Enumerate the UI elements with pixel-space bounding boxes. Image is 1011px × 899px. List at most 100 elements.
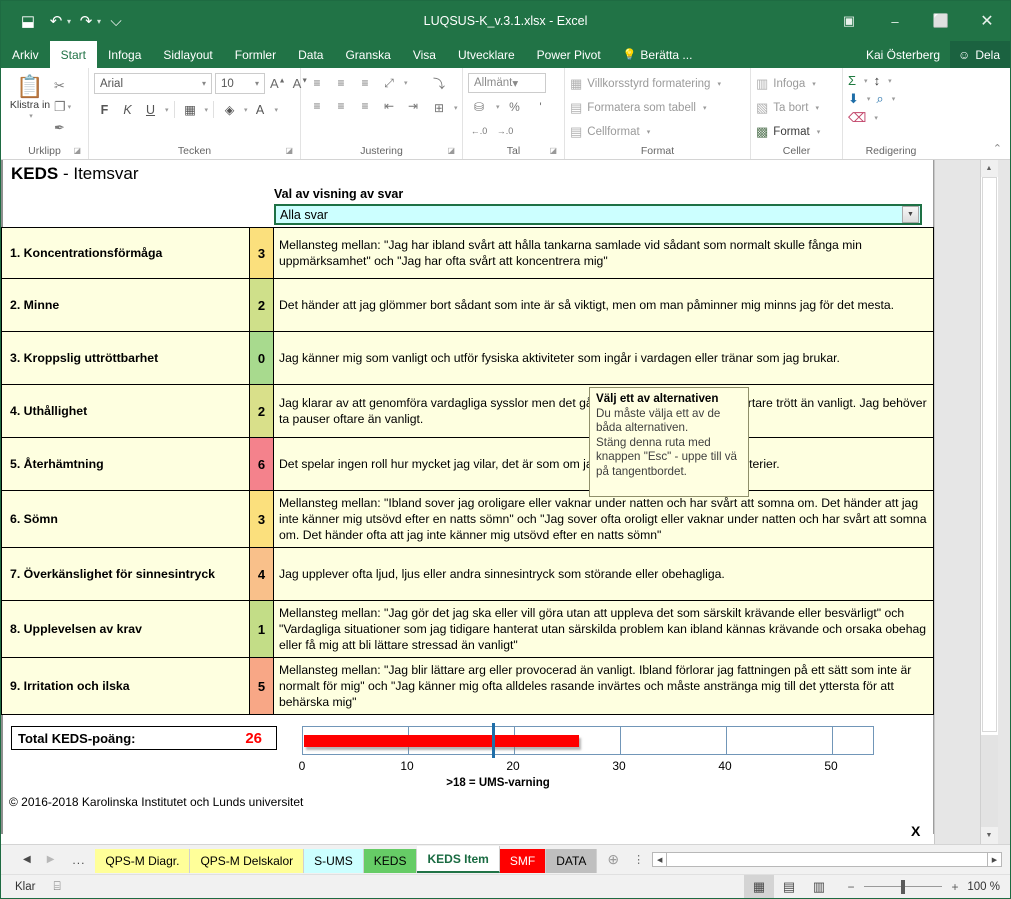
chevron-down-icon[interactable]: ▼ [902, 206, 919, 223]
format-as-table-button[interactable]: ▤ Formatera som tabell ▾ [570, 97, 706, 119]
orientation-dropdown-icon[interactable]: ▾ [404, 79, 408, 87]
tab-utvecklare[interactable]: Utvecklare [447, 41, 526, 68]
sheet-tab-smf[interactable]: SMF [499, 849, 547, 873]
copy-dropdown-icon[interactable]: ▾ [68, 103, 72, 111]
vertical-scroll-track[interactable] [980, 177, 998, 827]
clear-icon[interactable]: ⌫ [848, 110, 866, 126]
decrease-decimal-icon[interactable]: →.0 [494, 121, 516, 141]
page-layout-view-icon[interactable]: ▤ [774, 875, 804, 898]
scroll-left-icon[interactable]: ◀ [653, 853, 668, 866]
number-format-chevron-down-icon[interactable]: ▾ [512, 76, 518, 90]
sort-filter-dropdown-icon[interactable]: ▾ [888, 77, 892, 85]
close-icon[interactable]: ✕ [964, 1, 1010, 41]
copy-icon[interactable]: ❐ ▾ [54, 97, 71, 117]
borders-dropdown-icon[interactable]: ▾ [205, 106, 209, 114]
align-center-icon[interactable]: ≡ [330, 96, 352, 116]
previous-sheet-icon[interactable]: ◀ [23, 854, 31, 865]
next-sheet-icon[interactable]: ▶ [47, 854, 55, 865]
scroll-down-icon[interactable]: ▼ [980, 827, 998, 844]
add-sheet-icon[interactable]: ⊕ [597, 851, 629, 868]
comma-format-icon[interactable]: ' [530, 97, 552, 117]
tab-start[interactable]: Start [49, 41, 98, 68]
more-sheets-icon[interactable]: ... [70, 853, 87, 867]
sheet-tab-keds-item[interactable]: KEDS Item [417, 846, 500, 873]
cell-styles-button[interactable]: ▤ Cellformat ▾ [570, 121, 650, 143]
sheet-tab-keds[interactable]: KEDS [363, 849, 418, 873]
align-bottom-icon[interactable]: ≡ [354, 73, 376, 93]
tab-data[interactable]: Data [287, 41, 334, 68]
fill-dropdown-icon[interactable]: ▾ [867, 95, 871, 103]
customize-qat-icon[interactable]: ⌵ [103, 8, 129, 34]
format-painter-icon[interactable]: ✒ [54, 118, 71, 138]
tab-sidlayout[interactable]: Sidlayout [152, 41, 223, 68]
cell-styles-dropdown-icon[interactable]: ▾ [647, 128, 651, 136]
increase-decimal-icon[interactable]: ←.0 [468, 121, 490, 141]
worksheet-canvas[interactable]: KEDS - Itemsvar Val av visning av svar A… [1, 160, 980, 844]
paste-dropdown-icon[interactable]: ▾ [29, 111, 33, 123]
fill-color-icon[interactable]: ◈ [219, 99, 240, 120]
tab-visa[interactable]: Visa [402, 41, 447, 68]
redo-icon[interactable]: ↷ [73, 8, 99, 34]
display-select-dropdown[interactable]: Alla svar ▼ [274, 204, 922, 225]
tell-me-box[interactable]: 💡 Berätta ... [612, 41, 704, 68]
font-color-icon[interactable]: A [250, 99, 271, 120]
sort-filter-icon[interactable]: ↕ [874, 73, 881, 88]
zoom-out-icon[interactable]: − [842, 880, 860, 894]
find-select-icon[interactable]: ⌕ [876, 91, 883, 107]
minimize-icon[interactable]: – [872, 1, 918, 41]
sheet-tab-s-ums[interactable]: S-UMS [304, 849, 364, 873]
sheet-tab-qps-m-diagr[interactable]: QPS-M Diagr. [95, 849, 191, 873]
font-dialog-launcher-icon[interactable]: ◪ [285, 143, 293, 158]
number-dialog-launcher-icon[interactable]: ◪ [549, 143, 557, 158]
autosum-icon[interactable]: Σ [848, 73, 856, 88]
font-name-combo[interactable]: Arial ▾ [94, 73, 212, 94]
scroll-up-icon[interactable]: ▲ [980, 160, 998, 177]
zoom-slider[interactable] [860, 875, 946, 898]
align-right-icon[interactable]: ≡ [354, 96, 376, 116]
currency-format-icon[interactable]: ⛁ [468, 97, 490, 117]
insert-cells-button[interactable]: ▥ Infoga ▾ [756, 73, 816, 95]
font-color-dropdown-icon[interactable]: ▾ [275, 106, 279, 114]
tab-infoga[interactable]: Infoga [97, 41, 152, 68]
format-cells-button[interactable]: ▩ Format ▾ [756, 121, 820, 143]
delete-cells-dropdown-icon[interactable]: ▾ [815, 104, 819, 112]
wrap-text-icon[interactable]: ⤵ [428, 73, 450, 93]
user-account-label[interactable]: Kai Österberg [866, 48, 950, 62]
share-button[interactable]: ☺ Dela [950, 41, 1010, 68]
conditional-formatting-button[interactable]: ▦ Villkorsstyrd formatering ▾ [570, 73, 721, 95]
conditional-formatting-dropdown-icon[interactable]: ▾ [717, 80, 721, 88]
zoom-level-label[interactable]: 100 % [964, 881, 1010, 893]
font-size-combo[interactable]: 10 ▾ [215, 73, 265, 94]
fill-icon[interactable]: ⬇ [848, 91, 859, 107]
orientation-icon[interactable]: ⤢ [378, 73, 400, 93]
zoom-slider-thumb[interactable] [901, 880, 905, 894]
tab-arkiv[interactable]: Arkiv [1, 41, 50, 68]
undo-dropdown-icon[interactable]: ▾ [67, 17, 71, 26]
sheet-tab-qps-m-delskalor[interactable]: QPS-M Delskalor [190, 849, 305, 873]
ribbon-display-options-icon[interactable]: ▣ [826, 1, 872, 41]
insert-cells-dropdown-icon[interactable]: ▾ [812, 80, 816, 88]
undo-icon[interactable]: ↶ [43, 8, 69, 34]
horizontal-scroll-track[interactable] [667, 853, 987, 866]
zoom-in-icon[interactable]: + [946, 880, 964, 894]
tab-formler[interactable]: Formler [224, 41, 287, 68]
sheet-tab-data[interactable]: DATA [546, 849, 598, 873]
sheet-overflow-icon[interactable]: ⋮ [629, 853, 648, 866]
align-middle-icon[interactable]: ≡ [330, 73, 352, 93]
currency-dropdown-icon[interactable]: ▾ [496, 103, 500, 111]
percent-format-icon[interactable]: % [504, 97, 526, 117]
decrease-indent-icon[interactable]: ⇤ [378, 96, 400, 116]
bold-button[interactable]: F [94, 99, 115, 120]
format-as-table-dropdown-icon[interactable]: ▾ [703, 104, 707, 112]
fill-color-dropdown-icon[interactable]: ▾ [244, 106, 248, 114]
underline-button[interactable]: U [140, 99, 161, 120]
scroll-right-icon[interactable]: ▶ [987, 853, 1001, 866]
merge-dropdown-icon[interactable]: ▾ [454, 104, 458, 112]
alignment-dialog-launcher-icon[interactable]: ◪ [447, 143, 455, 158]
align-left-icon[interactable]: ≡ [306, 96, 328, 116]
horizontal-scrollbar[interactable]: ◀ ▶ [652, 852, 1002, 867]
redo-dropdown-icon[interactable]: ▾ [97, 17, 101, 26]
increase-font-size-icon[interactable]: A▲ [268, 76, 288, 91]
underline-dropdown-icon[interactable]: ▾ [165, 106, 169, 114]
clipboard-dialog-launcher-icon[interactable]: ◪ [73, 143, 81, 158]
